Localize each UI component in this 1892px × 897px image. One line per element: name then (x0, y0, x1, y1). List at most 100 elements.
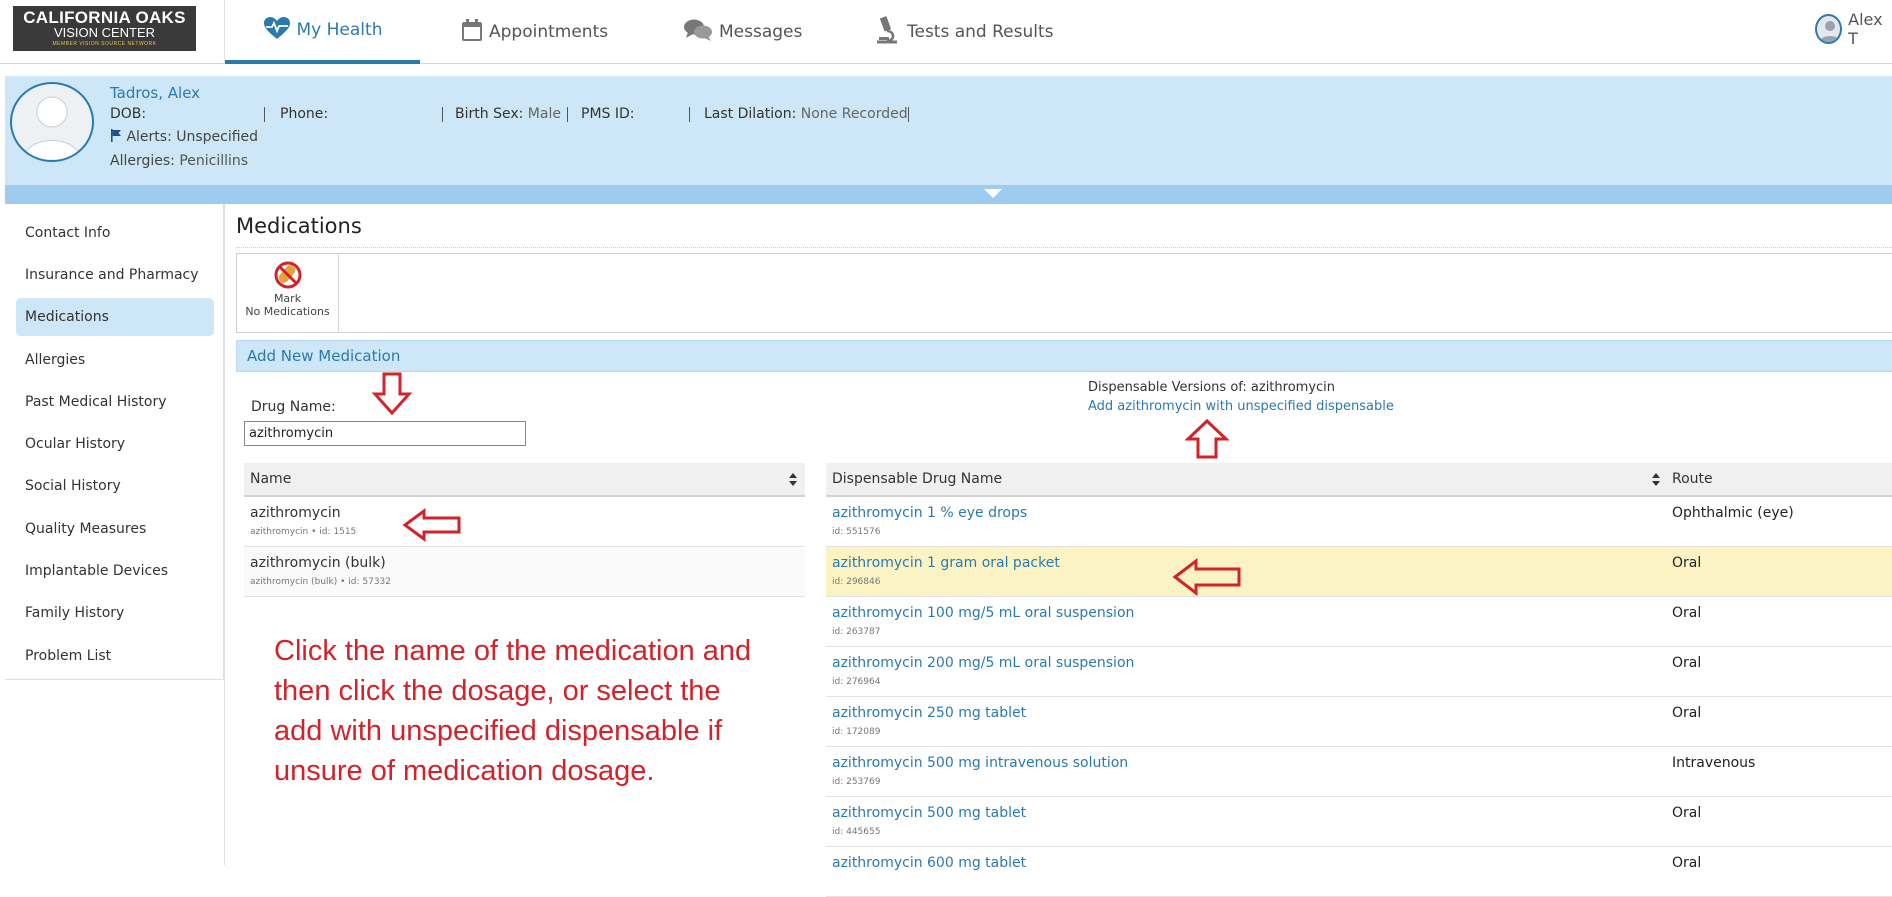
pms-id-field: PMS ID: (581, 106, 634, 122)
add-unspecified-dispensable-link[interactable]: Add azithromycin with unspecified dispen… (1088, 399, 1394, 414)
heart-pulse-icon (263, 16, 291, 45)
table-row[interactable]: azithromycin 100 mg/5 mL oral suspension… (826, 597, 1892, 647)
content-divider (224, 204, 225, 865)
dispensable-drug-id: id: 445655 (832, 827, 881, 837)
dispensable-drug-name[interactable]: azithromycin 1 gram oral packet (832, 555, 1060, 571)
route-value: Oral (1672, 555, 1702, 571)
table-row[interactable]: azithromycin (bulk) azithromycin (bulk) … (244, 547, 805, 597)
sidebar-item-allergies[interactable]: Allergies (16, 341, 214, 379)
arrow-left-annotation-icon (1172, 558, 1241, 596)
calendar-icon (461, 18, 483, 47)
sidebar-item-medications[interactable]: Medications (16, 298, 214, 336)
table-row[interactable]: azithromycin azithromycin • id: 1515 (244, 497, 805, 547)
sidebar-item-quality-measures[interactable]: Quality Measures (16, 510, 214, 548)
allergies-field: Allergies: Penicillins (110, 153, 248, 169)
dob-label: DOB: (110, 106, 147, 122)
table-row[interactable]: azithromycin 600 mg tablet Oral (826, 847, 1892, 897)
route-column-header[interactable]: Route (1672, 471, 1713, 487)
flag-icon (110, 129, 122, 145)
table-row[interactable]: azithromycin 1 % eye drops id: 551576 Op… (826, 497, 1892, 547)
sidebar-item-label: Ocular History (25, 436, 126, 452)
dispensable-drug-name[interactable]: azithromycin 100 mg/5 mL oral suspension (832, 605, 1134, 621)
tab-label: Appointments (489, 22, 609, 42)
no-medications-label: No Medications (245, 305, 330, 318)
drug-id: azithromycin (bulk) • id: 57332 (250, 577, 392, 587)
dispensable-versions-title: Dispensable Versions of: azithromycin (1088, 380, 1336, 395)
drug-name-label: Drug Name: (251, 399, 336, 415)
patient-name[interactable]: Tadros, Alex (110, 84, 200, 102)
alerts-field[interactable]: Alerts: Unspecified (110, 129, 258, 145)
sidebar-item-label: Allergies (25, 352, 86, 368)
logo-line1: CALIFORNIA OAKS (23, 8, 186, 27)
dispensable-drug-name[interactable]: azithromycin 200 mg/5 mL oral suspension (832, 655, 1134, 671)
dispensable-drug-name[interactable]: azithromycin 600 mg tablet (832, 855, 1026, 871)
sidebar: Contact Info Insurance and Pharmacy Medi… (5, 204, 224, 680)
chevron-down-icon[interactable] (984, 189, 1002, 198)
name-column-header[interactable]: Name (250, 471, 291, 487)
tab-label: Tests and Results (907, 22, 1054, 42)
route-value: Oral (1672, 855, 1702, 871)
arrow-up-annotation-icon (1185, 418, 1229, 459)
logo-line3: MEMBER VISION SOURCE NETWORK (52, 41, 157, 47)
table-header: Name (244, 463, 805, 497)
banner-separator (567, 107, 568, 122)
add-new-medication-header: Add New Medication (236, 340, 1892, 372)
sidebar-item-social-history[interactable]: Social History (16, 467, 214, 505)
dispensable-drug-id: id: 296846 (832, 577, 881, 587)
drug-name: azithromycin (bulk) (250, 555, 386, 571)
sort-icon[interactable] (789, 473, 797, 487)
patient-banner (5, 76, 1892, 185)
table-row[interactable]: azithromycin 500 mg tablet id: 445655 Or… (826, 797, 1892, 847)
sidebar-item-label: Medications (25, 309, 109, 325)
alerts-text: Alerts: Unspecified (126, 129, 259, 145)
mark-label: Mark (273, 292, 302, 305)
dispensable-drug-name[interactable]: azithromycin 500 mg tablet (832, 805, 1026, 821)
sidebar-item-label: Family History (25, 605, 125, 621)
sidebar-item-contact-info[interactable]: Contact Info (16, 214, 214, 252)
user-avatar-icon (1815, 14, 1843, 44)
tab-tests-results[interactable]: Tests and Results (873, 0, 1054, 64)
sidebar-item-insurance-pharmacy[interactable]: Insurance and Pharmacy (16, 256, 214, 294)
table-row[interactable]: azithromycin 500 mg intravenous solution… (826, 747, 1892, 797)
sort-icon[interactable] (1652, 473, 1660, 487)
banner-collapse-bar[interactable] (5, 185, 1892, 204)
birth-sex-field: Birth Sex: Male (455, 106, 561, 122)
dispensable-drug-name[interactable]: azithromycin 1 % eye drops (832, 505, 1027, 521)
instruction-annotation: Click the name of the medication and the… (274, 635, 752, 787)
sidebar-item-past-medical-history[interactable]: Past Medical History (16, 383, 214, 421)
sidebar-item-ocular-history[interactable]: Ocular History (16, 425, 214, 463)
dispensable-drug-id: id: 172089 (832, 727, 881, 737)
dispensable-drug-name[interactable]: azithromycin 250 mg tablet (832, 705, 1026, 721)
table-row[interactable]: azithromycin 200 mg/5 mL oral suspension… (826, 647, 1892, 697)
tab-appointments[interactable]: Appointments (461, 0, 608, 64)
user-menu[interactable]: Alex T (1815, 10, 1892, 48)
dispensable-drug-name[interactable]: azithromycin 500 mg intravenous solution (832, 755, 1128, 771)
medications-toolbar: Mark No Medications (236, 253, 1892, 333)
route-value: Oral (1672, 805, 1702, 821)
mark-no-medications-button[interactable]: Mark No Medications (237, 254, 339, 332)
sidebar-item-implantable-devices[interactable]: Implantable Devices (16, 552, 214, 590)
tab-label: My Health (296, 20, 383, 40)
tab-messages[interactable]: Messages (683, 0, 802, 64)
tab-my-health[interactable]: My Health (225, 0, 420, 64)
table-header: Dispensable Drug Name Route (826, 463, 1892, 497)
title-divider (236, 247, 1892, 248)
banner-separator (442, 107, 443, 122)
tab-label: Messages (719, 22, 803, 42)
drug-name: azithromycin (250, 505, 341, 521)
arrow-down-annotation-icon (372, 372, 412, 416)
dispensable-drug-id: id: 263787 (832, 627, 881, 637)
drug-name-input[interactable] (244, 421, 526, 446)
sidebar-item-label: Contact Info (25, 225, 111, 241)
top-navigation: CALIFORNIA OAKS VISION CENTER MEMBER VIS… (0, 0, 1892, 64)
practice-logo[interactable]: CALIFORNIA OAKS VISION CENTER MEMBER VIS… (13, 6, 196, 51)
table-row-highlighted[interactable]: azithromycin 1 gram oral packet id: 2968… (826, 547, 1892, 597)
dispensable-name-column-header[interactable]: Dispensable Drug Name (832, 471, 1002, 487)
sidebar-item-problem-list[interactable]: Problem List (16, 637, 214, 675)
pms-id-label: PMS ID: (581, 106, 635, 122)
sidebar-item-family-history[interactable]: Family History (16, 594, 214, 632)
last-dilation-field: Last Dilation: None Recorded (704, 106, 908, 122)
banner-separator (264, 107, 265, 122)
table-row[interactable]: azithromycin 250 mg tablet id: 172089 Or… (826, 697, 1892, 747)
drug-id: azithromycin • id: 1515 (250, 527, 357, 537)
